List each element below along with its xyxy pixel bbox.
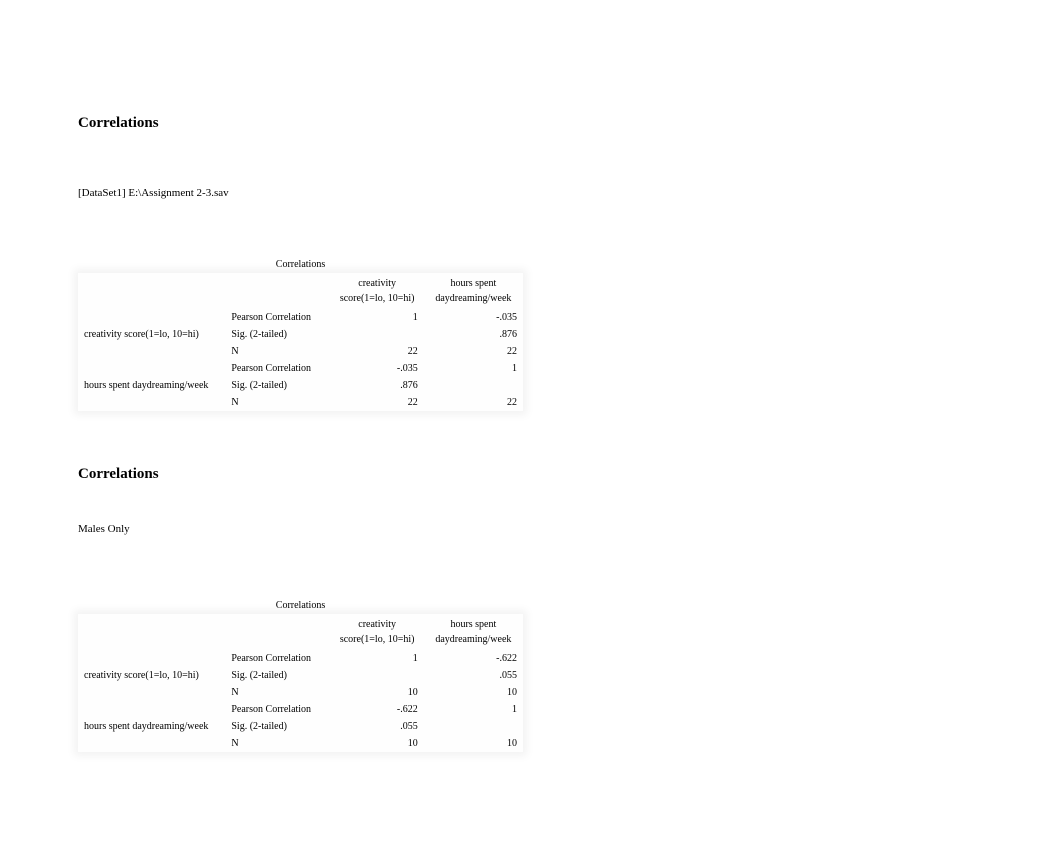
- cell-value: 10: [424, 735, 523, 752]
- cell-value: -.622: [424, 650, 523, 667]
- cell-value: .055: [331, 718, 424, 735]
- stat-label-n: N: [225, 735, 330, 752]
- stat-label-pearson: Pearson Correlation: [225, 650, 330, 667]
- stat-label-sig: Sig. (2-tailed): [225, 718, 330, 735]
- cell-value: [424, 718, 523, 735]
- table-row: hours spent daydreaming/week Pearson Cor…: [78, 701, 523, 718]
- cell-value: [424, 377, 523, 394]
- cell-value: 10: [331, 735, 424, 752]
- cell-value: -.035: [424, 309, 523, 326]
- cell-value: 1: [424, 701, 523, 718]
- cell-value: [331, 326, 424, 343]
- col-header-daydreaming: hours spent daydreaming/week: [424, 614, 523, 650]
- cell-value: 10: [331, 684, 424, 701]
- table-header-row: creativity score(1=lo, 10=hi) hours spen…: [78, 614, 523, 650]
- cell-value: .055: [424, 667, 523, 684]
- cell-value: 22: [331, 394, 424, 411]
- correlations-table-1: creativity score(1=lo, 10=hi) hours spen…: [78, 273, 523, 411]
- correlations-table-2: creativity score(1=lo, 10=hi) hours spen…: [78, 614, 523, 752]
- table2-title: Correlations: [78, 600, 523, 614]
- cell-value: 22: [331, 343, 424, 360]
- cell-value: 22: [424, 343, 523, 360]
- cell-value: .876: [331, 377, 424, 394]
- stat-label-pearson: Pearson Correlation: [225, 309, 330, 326]
- section2-heading: Correlations: [78, 466, 988, 483]
- stat-label-n: N: [225, 684, 330, 701]
- cell-value: 10: [424, 684, 523, 701]
- correlations-table-2-wrap: Correlations creativity score(1=lo, 10=h…: [78, 600, 523, 752]
- stat-label-pearson: Pearson Correlation: [225, 701, 330, 718]
- cell-value: -.622: [331, 701, 424, 718]
- stat-label-sig: Sig. (2-tailed): [225, 377, 330, 394]
- stat-label-sig: Sig. (2-tailed): [225, 326, 330, 343]
- stat-label-sig: Sig. (2-tailed): [225, 667, 330, 684]
- table-header-row: creativity score(1=lo, 10=hi) hours spen…: [78, 273, 523, 309]
- table-row: creativity score(1=lo, 10=hi) Pearson Co…: [78, 650, 523, 667]
- col-header-creativity: creativity score(1=lo, 10=hi): [331, 273, 424, 309]
- bottom-fade: [0, 819, 1062, 849]
- cell-value: 1: [331, 309, 424, 326]
- page-content: Correlations [DataSet1] E:\Assignment 2-…: [78, 0, 988, 752]
- section2-subtitle: Males Only: [78, 523, 988, 535]
- col-header-creativity: creativity score(1=lo, 10=hi): [331, 614, 424, 650]
- stat-label-n: N: [225, 394, 330, 411]
- col-header-daydreaming: hours spent daydreaming/week: [424, 273, 523, 309]
- blank-header: [78, 614, 225, 650]
- cell-value: 1: [331, 650, 424, 667]
- row-var-label: hours spent daydreaming/week: [78, 701, 225, 752]
- cell-value: [331, 667, 424, 684]
- cell-value: 22: [424, 394, 523, 411]
- row-var-label: hours spent daydreaming/week: [78, 360, 225, 411]
- blank-header: [78, 273, 225, 309]
- cell-value: -.035: [331, 360, 424, 377]
- table1-title: Correlations: [78, 259, 523, 273]
- dataset-line: [DataSet1] E:\Assignment 2-3.sav: [78, 187, 988, 199]
- cell-value: .876: [424, 326, 523, 343]
- stat-label-pearson: Pearson Correlation: [225, 360, 330, 377]
- correlations-table-1-wrap: Correlations creativity score(1=lo, 10=h…: [78, 259, 523, 411]
- blank-header: [225, 614, 330, 650]
- table-row: hours spent daydreaming/week Pearson Cor…: [78, 360, 523, 377]
- section1-heading: Correlations: [78, 115, 988, 132]
- table-row: creativity score(1=lo, 10=hi) Pearson Co…: [78, 309, 523, 326]
- blank-header: [225, 273, 330, 309]
- row-var-label: creativity score(1=lo, 10=hi): [78, 309, 225, 360]
- row-var-label: creativity score(1=lo, 10=hi): [78, 650, 225, 701]
- cell-value: 1: [424, 360, 523, 377]
- stat-label-n: N: [225, 343, 330, 360]
